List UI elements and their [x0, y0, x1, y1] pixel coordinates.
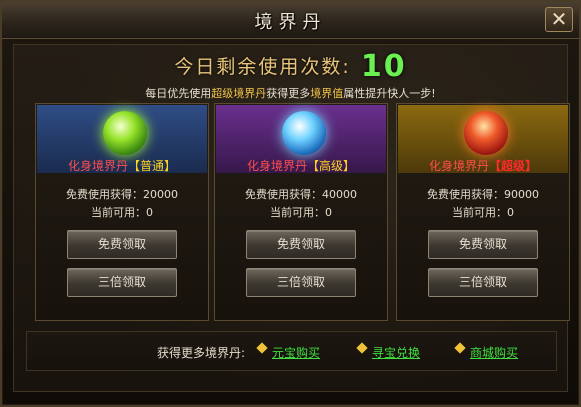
free-gain: 免费使用获得：20000: [66, 188, 178, 201]
triple-claim-button[interactable]: 三倍领取: [67, 268, 177, 297]
triple-claim-button[interactable]: 三倍领取: [246, 268, 356, 297]
pill-name-text: 化身境界丹: [428, 159, 489, 173]
diamond-bullet-icon: [454, 342, 466, 354]
available-count: 当前可用：0: [270, 206, 332, 219]
red-pill-icon: [464, 111, 508, 155]
pill-grade: 【高级】: [307, 159, 356, 173]
card-header: 化身境界丹【普通】: [37, 105, 207, 173]
remaining-uses-count: 10: [360, 49, 407, 84]
content-panel: 今日剩余使用次数: 10 每日优先使用超级境界丹获得更多境界值属性提升快人一步! …: [13, 44, 570, 392]
pill-name-text: 化身境界丹: [67, 159, 128, 173]
pill-name: 化身境界丹【普通】: [37, 157, 207, 174]
more-sources-label: 获得更多境界丹:: [157, 346, 246, 360]
tip-highlight-value: 境界值: [310, 87, 344, 100]
card-header: 化身境界丹【高级】: [216, 105, 386, 173]
title-bar: 境界丹 ✕: [2, 2, 579, 39]
tip-text: 每日优先使用超级境界丹获得更多境界值属性提升快人一步!: [14, 85, 567, 101]
free-claim-button[interactable]: 免费领取: [67, 230, 177, 259]
jingjiedan-window: 境界丹 ✕ 今日剩余使用次数: 10 每日优先使用超级境界丹获得更多境界值属性提升…: [0, 0, 581, 407]
remaining-uses-label: 今日剩余使用次数:: [174, 56, 351, 78]
card-advanced: 化身境界丹【高级】 免费使用获得：40000 当前可用：0 免费领取 三倍领取: [214, 103, 388, 321]
pill-grade: 【超级】: [489, 159, 538, 173]
link-mall-buy[interactable]: 商城购买: [470, 344, 518, 361]
window-title: 境界丹: [254, 12, 327, 33]
link-yuanbao-buy[interactable]: 元宝购买: [272, 344, 320, 361]
pill-name: 化身境界丹【超级】: [398, 157, 568, 174]
pill-name: 化身境界丹【高级】: [216, 157, 386, 174]
tip-part-2: 获得更多: [266, 87, 311, 100]
available-count: 当前可用：0: [452, 206, 514, 219]
card-header: 化身境界丹【超级】: [398, 105, 568, 173]
more-sources-bar: 获得更多境界丹: 元宝购买 寻宝兑换 商城购买: [26, 331, 557, 371]
card-normal: 化身境界丹【普通】 免费使用获得：20000 当前可用：0 免费领取 三倍领取: [35, 103, 209, 321]
pill-grade: 【普通】: [128, 159, 177, 173]
diamond-bullet-icon: [256, 342, 268, 354]
free-claim-button[interactable]: 免费领取: [428, 230, 538, 259]
available-count: 当前可用：0: [91, 206, 153, 219]
free-claim-button[interactable]: 免费领取: [246, 230, 356, 259]
free-gain: 免费使用获得：40000: [245, 188, 357, 201]
tip-part-3: 属性提升快人一步!: [343, 87, 436, 100]
green-pill-icon: [103, 111, 147, 155]
free-gain: 免费使用获得：90000: [427, 188, 539, 201]
pill-name-text: 化身境界丹: [246, 159, 307, 173]
triple-claim-button[interactable]: 三倍领取: [428, 268, 538, 297]
tip-part-1: 每日优先使用: [145, 87, 212, 100]
remaining-uses: 今日剩余使用次数: 10: [14, 49, 567, 84]
close-button[interactable]: ✕: [545, 7, 573, 32]
blue-pill-icon: [282, 111, 326, 155]
tip-highlight-super: 超级境界丹: [211, 87, 267, 100]
diamond-bullet-icon: [356, 342, 368, 354]
card-super: 化身境界丹【超级】 免费使用获得：90000 当前可用：0 免费领取 三倍领取: [396, 103, 570, 321]
link-treasure-exchange[interactable]: 寻宝兑换: [372, 344, 420, 361]
